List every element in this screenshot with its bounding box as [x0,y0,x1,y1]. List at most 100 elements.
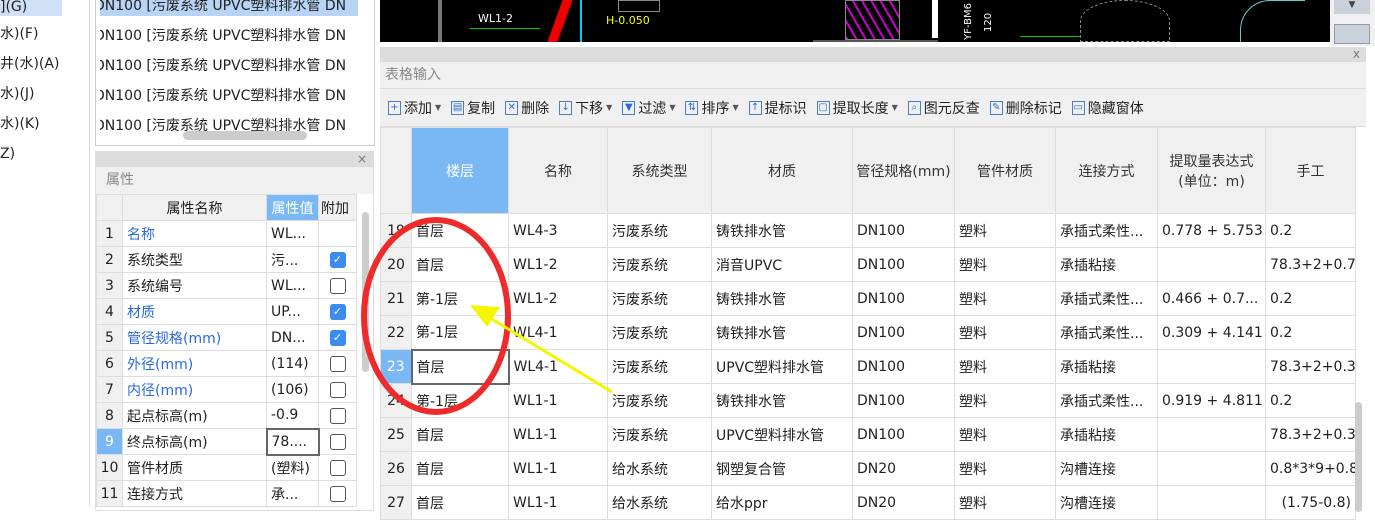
cad-viewport[interactable]: WL1-2 H-0.050 YF-BM6 120 [380,0,1330,42]
cell[interactable]: DN20 [852,485,955,520]
toolbar-button[interactable]: ⇅ 排序 ▼ [685,98,739,118]
cell[interactable]: 承插式柔性... [1055,315,1158,350]
checkbox[interactable] [329,355,346,372]
cell[interactable]: 78.3+2+0.7 [1265,247,1356,282]
cell[interactable]: WL1-1 [508,383,608,418]
checkbox[interactable] [329,407,346,424]
cell[interactable]: 0.2 [1265,281,1356,316]
property-value[interactable]: 承... [266,480,319,507]
property-row[interactable]: 2 系统类型 污... ✓ [96,246,357,273]
nav-item[interactable]: 水)(J) [0,86,62,116]
checkbox[interactable]: ✓ [329,329,346,346]
close-button[interactable]: × [96,152,373,167]
table-row[interactable]: 23 首层 WL4-1 污废系统 UPVC塑料排水管 DN100 塑料 承插粘接 78.3+2+… [380,348,1356,385]
cell[interactable]: 给水系统 [607,451,712,486]
cell[interactable]: 污废系统 [607,315,712,350]
checkbox[interactable] [329,433,346,450]
cell[interactable]: 第-1层 [411,315,509,350]
cell[interactable]: 污废系统 [607,213,712,248]
cell[interactable] [1157,451,1266,486]
vertical-scrollbar[interactable] [1355,402,1362,512]
cell[interactable]: 0.8*3*9+0.8 [1265,451,1356,486]
cell[interactable]: 0.2 [1265,315,1356,350]
chevron-down-icon[interactable]: ▼ [892,103,898,112]
toolbar-button[interactable]: ▼ 过滤 ▼ [622,98,675,118]
column-header[interactable]: 连接方式 [1055,127,1158,214]
property-value[interactable]: (塑料) [266,454,319,481]
property-value[interactable]: (106) [266,376,319,403]
checkbox[interactable] [329,381,346,398]
property-value[interactable]: -0.9 [266,402,319,429]
checkbox[interactable] [329,277,346,294]
cell[interactable]: 第-1层 [411,281,509,316]
cell[interactable]: 塑料 [954,417,1056,452]
cell[interactable]: 铸铁排水管 [711,213,853,248]
toolbar-button[interactable]: ✕ 删除 [505,98,549,118]
cell[interactable]: 承插粘接 [1055,247,1158,282]
column-header[interactable]: 手工 [1265,127,1356,214]
cell[interactable]: 承插粘接 [1055,417,1158,452]
cell[interactable]: 塑料 [954,281,1056,316]
cell[interactable]: 塑料 [954,485,1056,520]
nav-item[interactable]: 水)(K) [0,116,62,146]
cell[interactable]: 铸铁排水管 [711,315,853,350]
cell[interactable]: 首层 [411,451,509,486]
property-row[interactable]: 5 管径规格(mm) DN... ✓ [96,324,357,351]
nav-item[interactable]: Z) [0,146,62,176]
column-header[interactable]: 材质 [711,127,853,214]
cell[interactable]: 0.919 + 4.811 [1157,383,1266,418]
table-row[interactable]: 25 首层 WL1-1 污废系统 UPVC塑料排水管 DN100 塑料 承插粘接 78.3+2+… [380,417,1356,452]
col-header[interactable]: 属性值 [266,194,319,221]
list-item[interactable]: DN100 [污废系统 UPVC塑料排水管 DN [100,26,358,56]
toolbar-button[interactable]: ✎ 删除标记 [989,98,1062,118]
property-row[interactable]: 8 起点标高(m) -0.9 [96,402,357,429]
cell[interactable]: 首层 [411,213,509,248]
cell[interactable]: (1.75-0.8) [1265,485,1356,520]
table-row[interactable]: 22 第-1层 WL4-1 污废系统 铸铁排水管 DN100 塑料 承插式柔性... 0.309… [380,315,1356,350]
horizontal-scrollbar[interactable] [183,131,307,140]
cell[interactable]: 沟槽连接 [1055,451,1158,486]
property-value[interactable]: DN... [266,324,319,351]
cell[interactable]: 塑料 [954,315,1056,350]
cell[interactable]: WL1-2 [508,247,608,282]
cell[interactable]: 78.3+2+0.3 [1265,349,1356,384]
cell[interactable]: 首层 [410,348,510,385]
checkbox[interactable] [329,459,346,476]
toolbar-button[interactable]: ↑ 提标识 [748,98,807,118]
cell[interactable]: 第-1层 [411,383,509,418]
checkbox[interactable] [329,485,346,502]
cell[interactable]: 污废系统 [607,417,712,452]
column-header[interactable]: 管径规格(mm) [852,127,955,214]
column-header[interactable]: 楼层 [411,127,509,214]
column-header[interactable]: 管件材质 [954,127,1056,214]
list-item[interactable]: DN100 [污废系统 UPVC塑料排水管 DN [100,0,358,16]
cell[interactable]: DN100 [852,349,955,384]
cell[interactable]: DN100 [852,281,955,316]
table-row[interactable]: 27 首层 WL1-1 给水系统 给水ppr DN20 塑料 沟槽连接 (1.75-0.8) [380,485,1356,520]
cell[interactable]: 78.3+2+0.3 [1265,417,1356,452]
table-row[interactable]: 21 第-1层 WL1-2 污废系统 铸铁排水管 DN100 塑料 承插式柔性... 0.466… [380,281,1356,316]
cell[interactable]: 首层 [411,485,509,520]
table-row[interactable]: 19 首层 WL4-3 污废系统 铸铁排水管 DN100 塑料 承插式柔性... 0.778 +… [380,213,1356,248]
cell[interactable]: WL1-2 [508,281,608,316]
toolbar-button[interactable]: ⌕ 图元反查 [907,98,980,118]
property-row[interactable]: 6 外径(mm) (114) [96,350,357,377]
property-value[interactable]: 78.... [265,427,320,456]
cell[interactable]: 塑料 [954,349,1056,384]
cell[interactable]: 塑料 [954,383,1056,418]
table-row[interactable]: 20 首层 WL1-2 污废系统 消音UPVC DN100 塑料 承插粘接 78.3+2+0.7 [380,247,1356,282]
chevron-down-icon[interactable]: ▼ [435,103,441,112]
property-row[interactable]: 9 终点标高(m) 78.... [96,427,357,456]
cell[interactable]: 承插式柔性... [1055,281,1158,316]
toolbar-button[interactable]: ▤ 复制 [451,98,495,118]
cell[interactable]: WL4-1 [508,349,608,384]
grid-view-icon[interactable] [1334,24,1370,44]
cell[interactable]: 铸铁排水管 [711,281,853,316]
close-button[interactable]: x [380,47,1366,62]
cell[interactable]: 0.309 + 4.141 [1157,315,1266,350]
cell[interactable]: DN100 [852,315,955,350]
toolbar-button[interactable]: + 添加 ▼ [388,98,441,118]
cell[interactable] [1157,349,1266,384]
cell[interactable]: 塑料 [954,213,1056,248]
column-header[interactable]: 名称 [508,127,608,214]
